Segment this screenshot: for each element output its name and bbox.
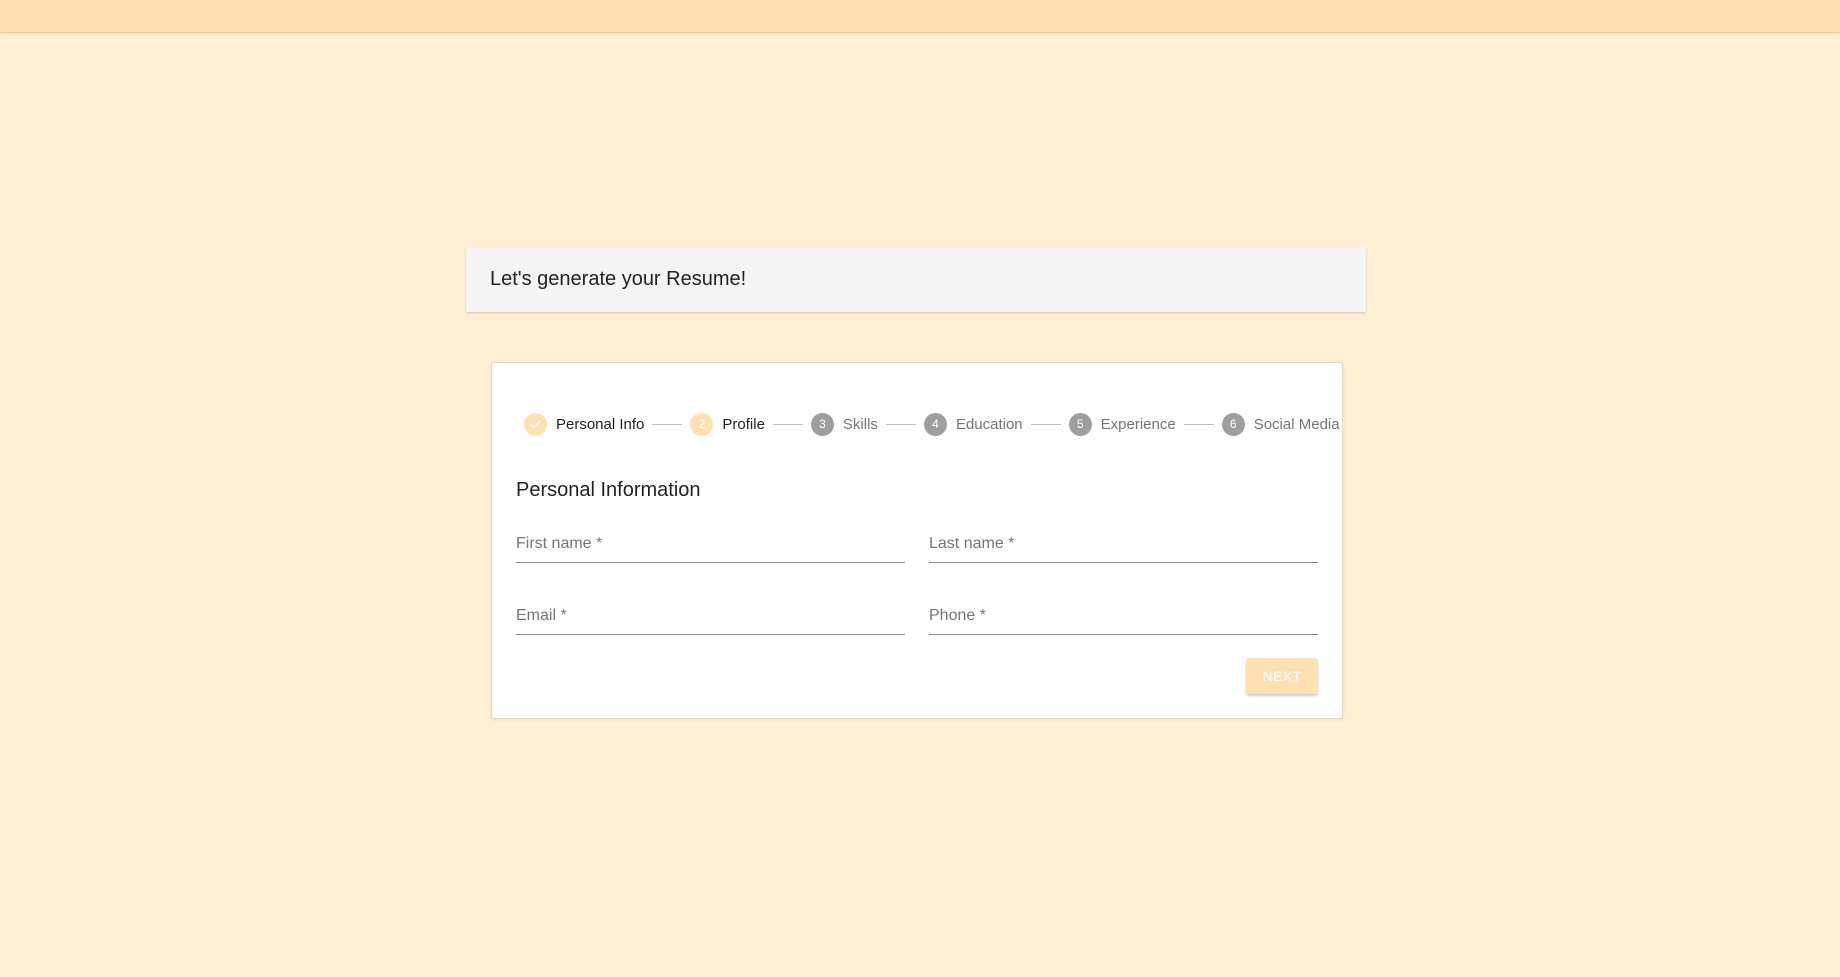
step-number: 6 bbox=[1221, 412, 1245, 436]
step-connector bbox=[1030, 423, 1061, 425]
stepper: Personal Info 2 Profile 3 Skills 4 Educa… bbox=[524, 410, 1340, 438]
step-personal-info[interactable]: Personal Info bbox=[524, 412, 645, 436]
step-profile[interactable]: 2 Profile bbox=[690, 412, 765, 436]
step-education[interactable]: 4 Education bbox=[923, 412, 1023, 436]
step-label: Experience bbox=[1100, 415, 1176, 433]
last-name-field: Last name * bbox=[929, 530, 1318, 563]
step-connector bbox=[652, 423, 683, 425]
step-connector bbox=[772, 423, 803, 425]
step-experience[interactable]: 5 Experience bbox=[1068, 412, 1176, 436]
header-card: Let's generate your Resume! bbox=[466, 248, 1366, 312]
step-connector bbox=[1183, 423, 1214, 425]
step-label: Personal Info bbox=[556, 415, 645, 433]
step-label: Education bbox=[955, 415, 1023, 433]
step-social-media[interactable]: 6 Social Media bbox=[1221, 412, 1340, 436]
phone-input[interactable] bbox=[929, 602, 1318, 634]
top-app-bar bbox=[0, 0, 1840, 33]
step-connector bbox=[885, 423, 916, 425]
step-label: Social Media bbox=[1253, 415, 1340, 433]
phone-field: Phone * bbox=[929, 602, 1318, 635]
step-label: Profile bbox=[722, 415, 765, 433]
last-name-input[interactable] bbox=[929, 530, 1318, 562]
first-name-input[interactable] bbox=[516, 530, 905, 562]
form-card: Personal Info 2 Profile 3 Skills 4 Educa… bbox=[491, 362, 1343, 719]
section-title: Personal Information bbox=[516, 479, 701, 501]
check-icon bbox=[530, 420, 541, 428]
first-name-field: First name * bbox=[516, 530, 905, 563]
step-number: 4 bbox=[923, 412, 947, 436]
step-completed-indicator bbox=[524, 412, 547, 436]
email-input[interactable] bbox=[516, 602, 905, 634]
step-number: 5 bbox=[1068, 412, 1092, 436]
email-field: Email * bbox=[516, 602, 905, 635]
step-skills[interactable]: 3 Skills bbox=[810, 412, 878, 436]
step-number: 2 bbox=[690, 412, 714, 436]
step-label: Skills bbox=[842, 415, 878, 433]
step-number: 3 bbox=[810, 412, 834, 436]
next-button[interactable]: NEXT bbox=[1246, 658, 1318, 694]
page-title: Let's generate your Resume! bbox=[490, 268, 747, 290]
